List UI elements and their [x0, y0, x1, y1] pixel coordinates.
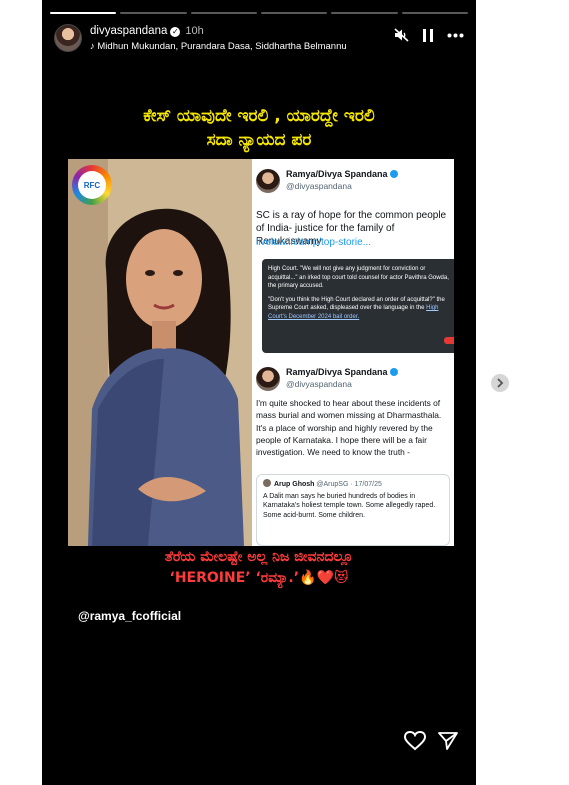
- quoted-article-card: High Court. "We will not give any judgme…: [262, 259, 454, 353]
- speaker-muted-icon: [394, 28, 409, 42]
- share-button[interactable]: [438, 731, 458, 755]
- verified-badge-icon: ✓: [170, 27, 181, 37]
- avatar: [263, 479, 271, 487]
- send-icon: [438, 732, 458, 750]
- tweet-card: Ramya/Divya Spandana @divyaspandana I'm …: [252, 357, 454, 546]
- tweet-author: Ramya/Divya Spandana: [286, 169, 398, 179]
- verified-badge-icon: [389, 170, 398, 178]
- top-caption: ಕೇಸ್ ಯಾವುದೇ ಇರಲಿ , ಯಾರದ್ದೇ ಇರಲಿ ಸದಾ ನ್ಯಾ…: [42, 104, 476, 152]
- rfc-logo: RFC: [72, 165, 112, 205]
- bottom-caption-line: ತೆರೆಯ ಮೇಲಷ್ಟೇ ಅಲ್ಲ ನಿಜ ಜೀವನದಲ್ಲೂ: [164, 549, 354, 565]
- avatar[interactable]: [54, 24, 82, 52]
- more-dots-icon: [447, 33, 464, 37]
- avatar: [256, 169, 280, 193]
- woman-portrait-illustration: [68, 159, 252, 546]
- pause-button[interactable]: [423, 28, 433, 42]
- portrait-photo: RFC: [68, 159, 252, 546]
- quoted-tweet-header: Arup Ghosh @ArupSG · 17/07/25: [263, 479, 443, 490]
- music-artists[interactable]: Midhun Mukundan, Purandara Dasa, Siddhar…: [97, 41, 346, 52]
- progress-segment: [190, 12, 257, 14]
- tweet-card: Ramya/Divya Spandana @divyaspandana SC i…: [252, 159, 454, 379]
- quote-paragraph: "Don't you think the High Court declared…: [268, 296, 445, 320]
- like-button[interactable]: [403, 730, 427, 755]
- story-progress-bar: [50, 12, 468, 14]
- mute-button[interactable]: [394, 28, 409, 42]
- progress-segment: [331, 12, 398, 14]
- story-header: divyaspandana ✓ 10h ♪ Midhun Mukundan, Pur…: [52, 22, 466, 56]
- username[interactable]: divyaspandana: [90, 25, 167, 37]
- story-controls: [394, 28, 464, 42]
- next-story-button[interactable]: [491, 374, 509, 392]
- top-caption-line: ಕೇಸ್ ಯಾವುದೇ ಇರಲಿ , ಯಾರದ್ದೇ ಇರಲಿ: [143, 106, 375, 126]
- top-caption-line: ಸದಾ ನ್ಯಾಯದ ಪರ: [206, 130, 312, 150]
- music-attribution[interactable]: ♪ Midhun Mukundan, Purandara Dasa, Siddh…: [90, 41, 347, 52]
- quote-paragraph: High Court. "We will not give any judgme…: [268, 266, 449, 290]
- pause-icon: [423, 28, 433, 42]
- story-viewer: divyaspandana ✓ 10h ♪ Midhun Mukundan, Pur…: [42, 0, 476, 785]
- mention-tag[interactable]: @ramya_fcofficial: [78, 609, 181, 623]
- tweet-handle: @divyaspandana: [286, 181, 352, 191]
- progress-segment: [401, 12, 468, 14]
- story-author[interactable]: divyaspandana ✓ 10h: [90, 25, 204, 37]
- tweet-text: I'm quite shocked to hear about these in…: [256, 398, 442, 458]
- story-image: RFC Ramya/Divya Spandana @divyaspandana …: [68, 159, 454, 546]
- avatar: [256, 367, 280, 391]
- verified-badge-icon: [389, 368, 398, 376]
- story-time: 10h: [185, 25, 204, 37]
- quoted-tweet-text: A Dalit man says he buried hundreds of b…: [263, 492, 436, 519]
- tweet-author: Ramya/Divya Spandana: [286, 367, 398, 377]
- read-more-badge: [444, 337, 454, 344]
- tweet-link: livelaw.in/amp/top-storie...: [256, 237, 372, 248]
- bottom-caption-line: ‘HEROINE’ ‘ರಮ್ಯಾ.’🔥❤️😻: [169, 570, 349, 586]
- heart-icon: [403, 730, 427, 751]
- tweet-handle: @divyaspandana: [286, 379, 352, 389]
- progress-segment: [120, 12, 187, 14]
- more-options-button[interactable]: [447, 33, 464, 38]
- chevron-right-icon: [497, 378, 504, 388]
- progress-segment: [50, 12, 117, 14]
- progress-segment: [260, 12, 328, 14]
- quoted-tweet: Arup Ghosh @ArupSG · 17/07/25 A Dalit ma…: [256, 474, 450, 546]
